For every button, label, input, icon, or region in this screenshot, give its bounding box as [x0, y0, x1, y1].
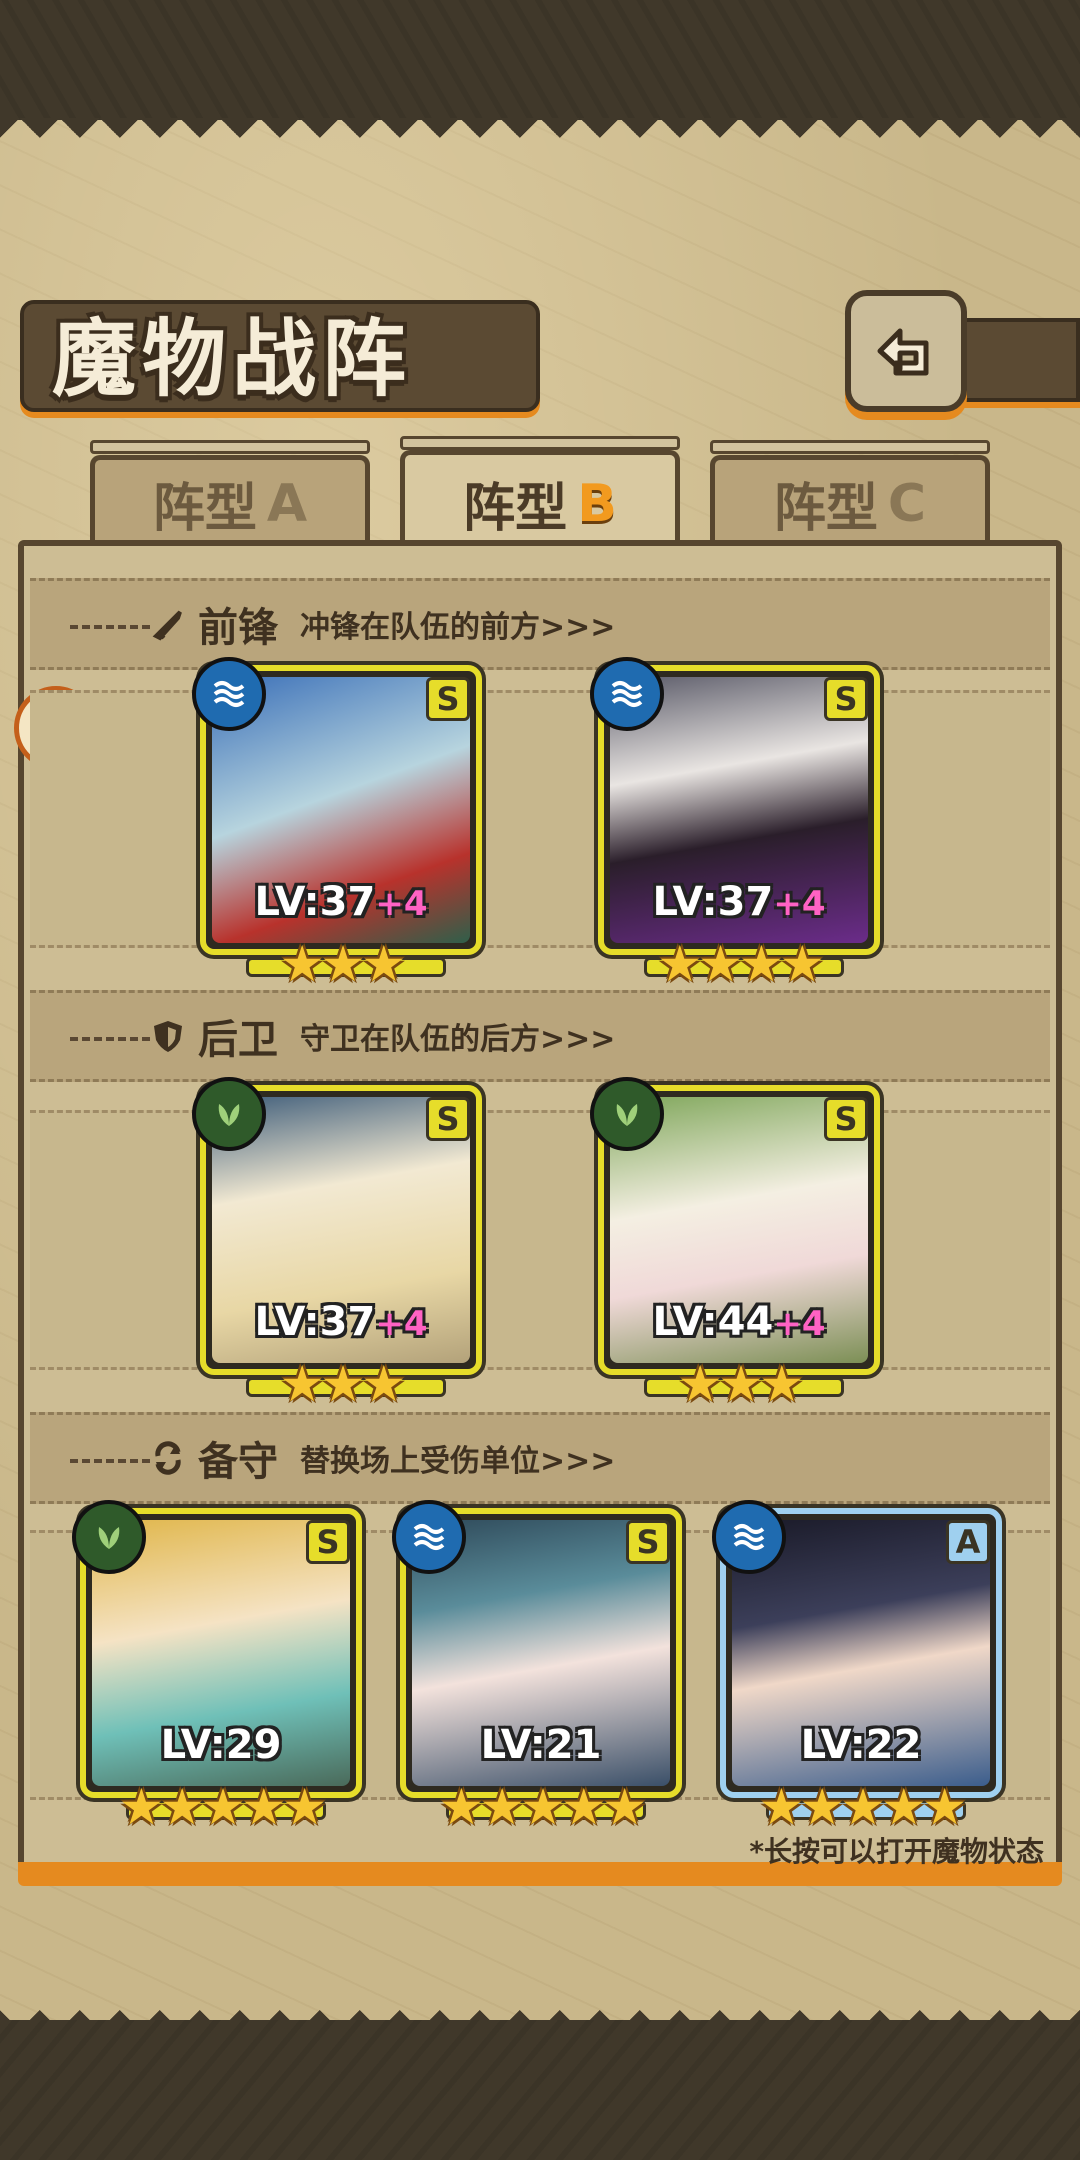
divider-dashes — [70, 625, 150, 629]
leaf-element-icon — [192, 1077, 266, 1151]
divider-dashes — [70, 1459, 150, 1463]
back-bar — [960, 318, 1080, 402]
monster-card[interactable]: S LV:29 ★★★★★ — [72, 1500, 362, 1836]
tab-cap-b — [400, 436, 680, 450]
star-rating: ★★★ — [677, 1355, 804, 1413]
back-arrow-icon — [877, 328, 929, 376]
leaf-element-icon — [590, 1077, 664, 1151]
rear-row — [30, 1110, 1050, 1370]
monster-card[interactable]: S LV:44+4 ★★★ — [590, 1077, 880, 1413]
page-title: 魔物战阵 — [52, 310, 413, 408]
shield-icon — [154, 1021, 182, 1052]
top-torn-edge — [0, 118, 1080, 158]
tab-cap-c — [710, 440, 990, 454]
sword-icon — [152, 610, 182, 641]
tab-formation-b[interactable]: 阵型 B — [400, 450, 680, 552]
rank-badge: S — [824, 1097, 868, 1141]
tab-letter: B — [577, 473, 617, 534]
tab-label: 阵型 — [773, 479, 878, 539]
section-reserve-header: 备守 替换场上受伤单位>>> — [30, 1412, 1050, 1504]
monster-card[interactable]: A LV:22 ★★★★★ — [712, 1500, 1002, 1836]
water-element-icon — [712, 1500, 786, 1574]
level-label: LV:37+4 — [652, 879, 826, 925]
tab-label: 阵型 — [463, 479, 568, 539]
section-reserve-desc: 替换场上受伤单位>>> — [300, 1444, 616, 1479]
monster-card[interactable]: S LV:37+4 ★★★★ — [590, 657, 880, 993]
monster-card[interactable]: S LV:37+4 ★★★ — [192, 657, 482, 993]
top-background — [0, 0, 1080, 130]
rank-badge: S — [426, 677, 470, 721]
section-rear-header: 后卫 守卫在队伍的后方>>> — [30, 990, 1050, 1082]
section-rear-title: 后卫 — [198, 1017, 278, 1063]
star-rating: ★★★★★ — [758, 1778, 967, 1836]
rank-badge: S — [824, 677, 868, 721]
rank-badge: S — [626, 1520, 670, 1564]
star-rating: ★★★★ — [657, 935, 824, 993]
water-element-icon — [192, 657, 266, 731]
water-element-icon — [392, 1500, 466, 1574]
section-front-header: 前锋 冲锋在队伍的前方>>> — [30, 578, 1050, 670]
long-press-hint: *长按可以打开魔物状态 — [749, 1835, 1044, 1868]
rank-badge: S — [306, 1520, 350, 1564]
leaf-element-icon — [72, 1500, 146, 1574]
tab-letter: C — [887, 473, 927, 534]
front-row — [30, 690, 1050, 948]
tab-formation-c[interactable]: 阵型 C — [710, 455, 990, 547]
back-button[interactable] — [845, 290, 967, 412]
section-front-desc: 冲锋在队伍的前方>>> — [300, 610, 616, 645]
water-element-icon — [590, 657, 664, 731]
level-label: LV:37+4 — [254, 1299, 428, 1345]
monster-card[interactable]: S LV:21 ★★★★★ — [392, 1500, 682, 1836]
divider-dashes — [70, 1037, 150, 1041]
section-rear-desc: 守卫在队伍的后方>>> — [300, 1022, 616, 1057]
level-label: LV:44+4 — [652, 1299, 826, 1345]
star-rating: ★★★★★ — [438, 1778, 647, 1836]
level-label: LV:22 — [800, 1722, 922, 1768]
tab-letter: A — [266, 473, 308, 534]
star-rating: ★★★ — [279, 935, 406, 993]
tab-formation-a[interactable]: 阵型 A — [90, 455, 370, 547]
tab-cap-a — [90, 440, 370, 454]
star-rating: ★★★ — [279, 1355, 406, 1413]
monster-card[interactable]: S LV:37+4 ★★★ — [192, 1077, 482, 1413]
section-front-title: 前锋 — [198, 605, 278, 651]
level-label: LV:37+4 — [254, 879, 428, 925]
rank-badge: S — [426, 1097, 470, 1141]
star-rating: ★★★★★ — [118, 1778, 327, 1836]
bottom-background — [0, 2020, 1080, 2160]
swap-icon — [155, 1441, 181, 1475]
section-reserve-title: 备守 — [198, 1439, 278, 1485]
level-label: LV:21 — [480, 1722, 602, 1768]
level-label: LV:29 — [160, 1722, 282, 1768]
rank-badge: A — [946, 1520, 990, 1564]
tab-label: 阵型 — [152, 479, 257, 539]
